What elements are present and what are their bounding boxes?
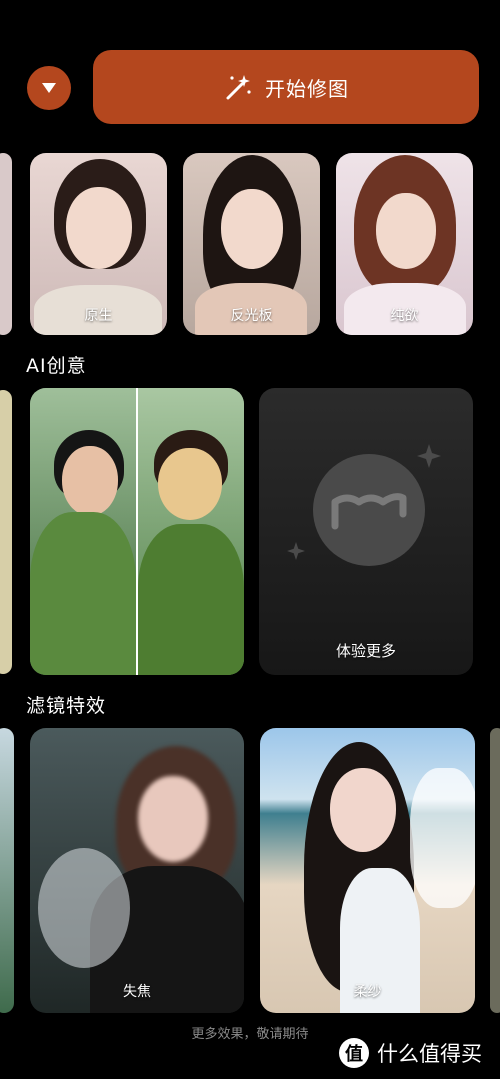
sparkle-icon	[417, 444, 441, 468]
start-edit-label: 开始修图	[265, 76, 349, 101]
filter-label: 柔纱	[353, 984, 382, 1000]
brand-logo-icon	[313, 454, 425, 566]
triangle-down-icon	[42, 83, 56, 93]
magic-wand-icon	[226, 75, 251, 100]
ai-card-cartoon[interactable]	[30, 388, 244, 675]
dropdown-toggle-button[interactable]	[27, 66, 71, 110]
ai-creative-title: AI创意	[26, 355, 87, 377]
ai-card-partial-left[interactable]	[0, 390, 12, 674]
preset-label: 反光板	[230, 308, 273, 324]
filter-card-partial-left[interactable]	[0, 728, 14, 1013]
watermark-text: 什么值得买	[377, 1042, 482, 1066]
filter-card-partial-right[interactable]	[490, 728, 500, 1013]
experience-more-label: 体验更多	[335, 642, 396, 660]
filter-card-defocus[interactable]: 失焦	[30, 728, 244, 1013]
filter-card-soft-gauze[interactable]: 柔纱	[260, 728, 475, 1013]
preset-label: 原生	[84, 308, 113, 324]
ai-card-more[interactable]: 体验更多	[259, 388, 473, 675]
filters-title: 滤镜特效	[26, 695, 107, 717]
preset-card-natural[interactable]: 原生	[30, 153, 167, 335]
preset-card-partial-left[interactable]	[0, 153, 12, 335]
filter-label: 失焦	[123, 984, 151, 1000]
sparkle-icon	[287, 542, 305, 560]
preset-card-pure[interactable]: 纯欲	[336, 153, 473, 335]
start-edit-button[interactable]: 开始修图	[93, 50, 479, 124]
preset-card-reflector[interactable]: 反光板	[183, 153, 320, 335]
watermark-logo-icon: 值	[339, 1038, 369, 1068]
preset-label: 纯欲	[390, 308, 419, 324]
watermark: 值 什么值得买	[339, 1038, 482, 1068]
